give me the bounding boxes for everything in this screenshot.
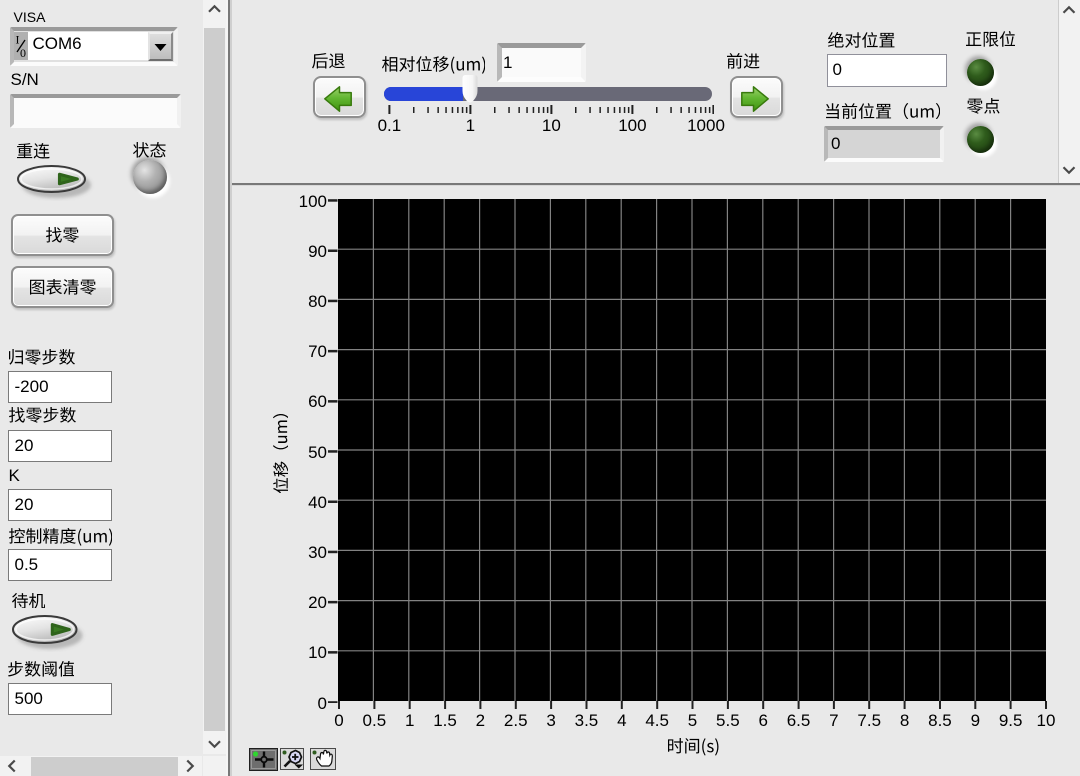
svg-text:I: I: [16, 33, 20, 47]
svg-text:0: 0: [20, 46, 26, 60]
